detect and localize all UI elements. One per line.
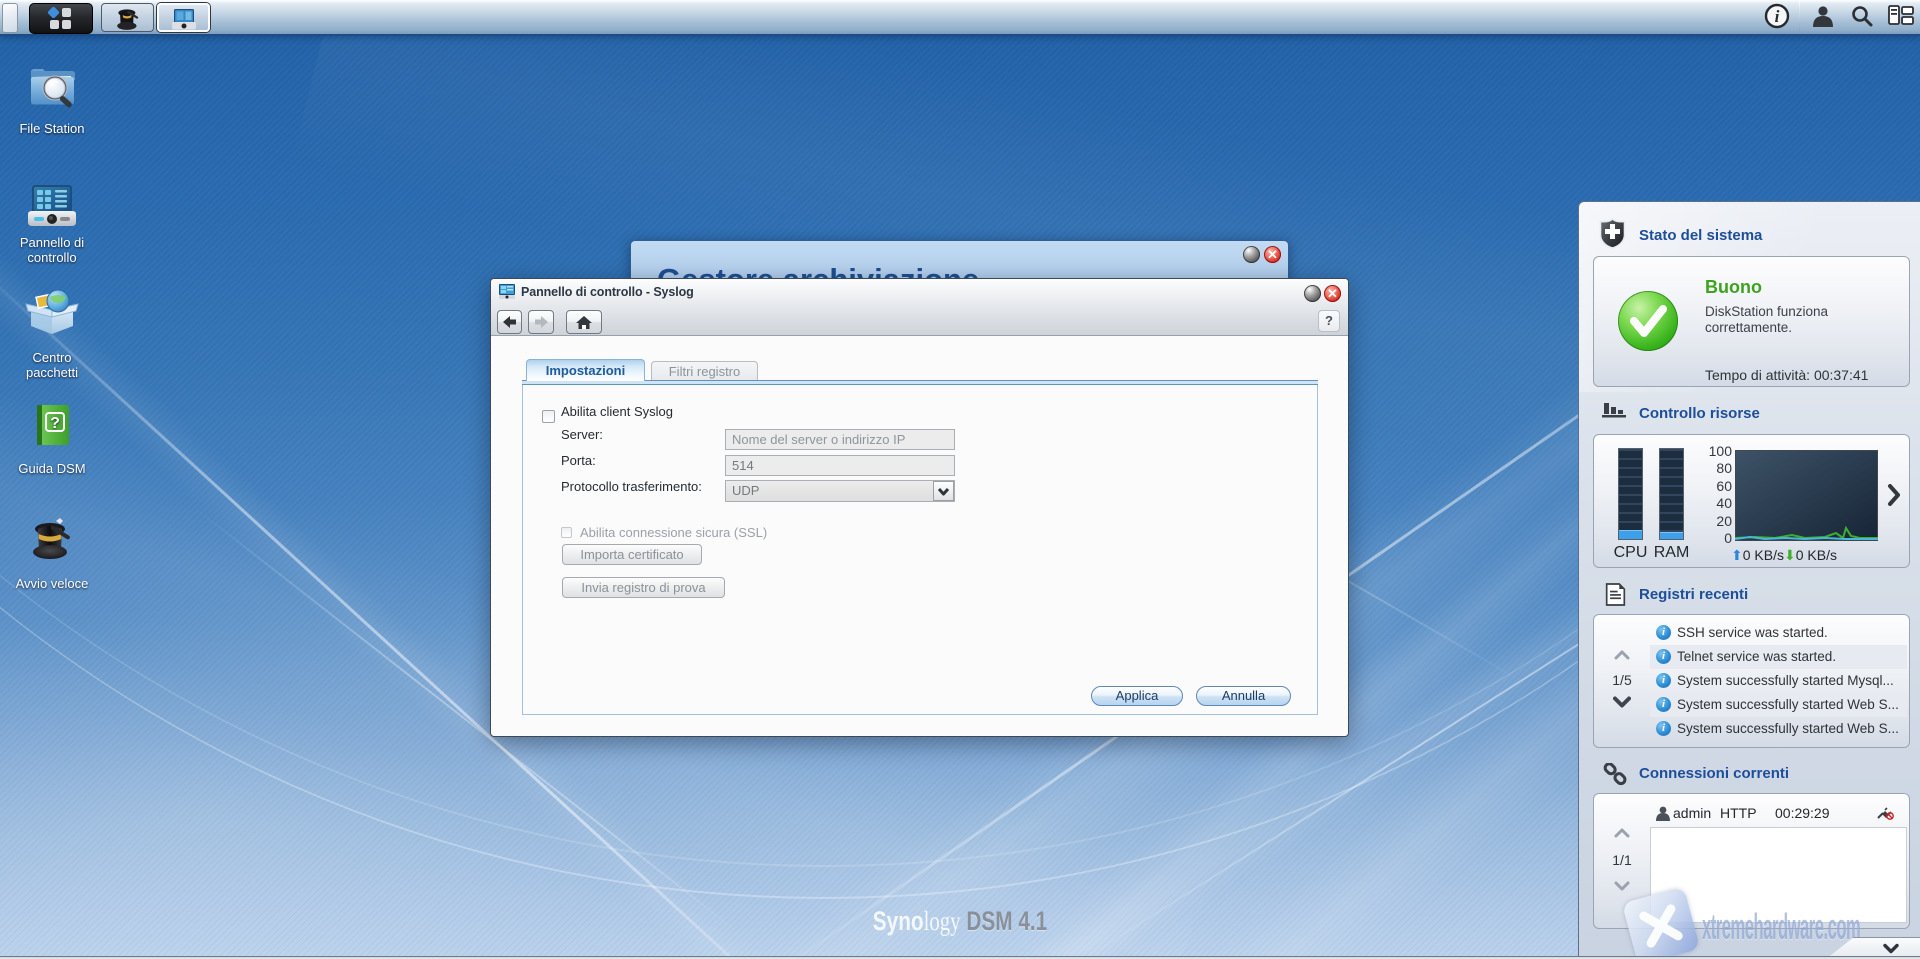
svg-text:i: i bbox=[1775, 7, 1780, 26]
svg-text:?: ? bbox=[50, 415, 60, 432]
